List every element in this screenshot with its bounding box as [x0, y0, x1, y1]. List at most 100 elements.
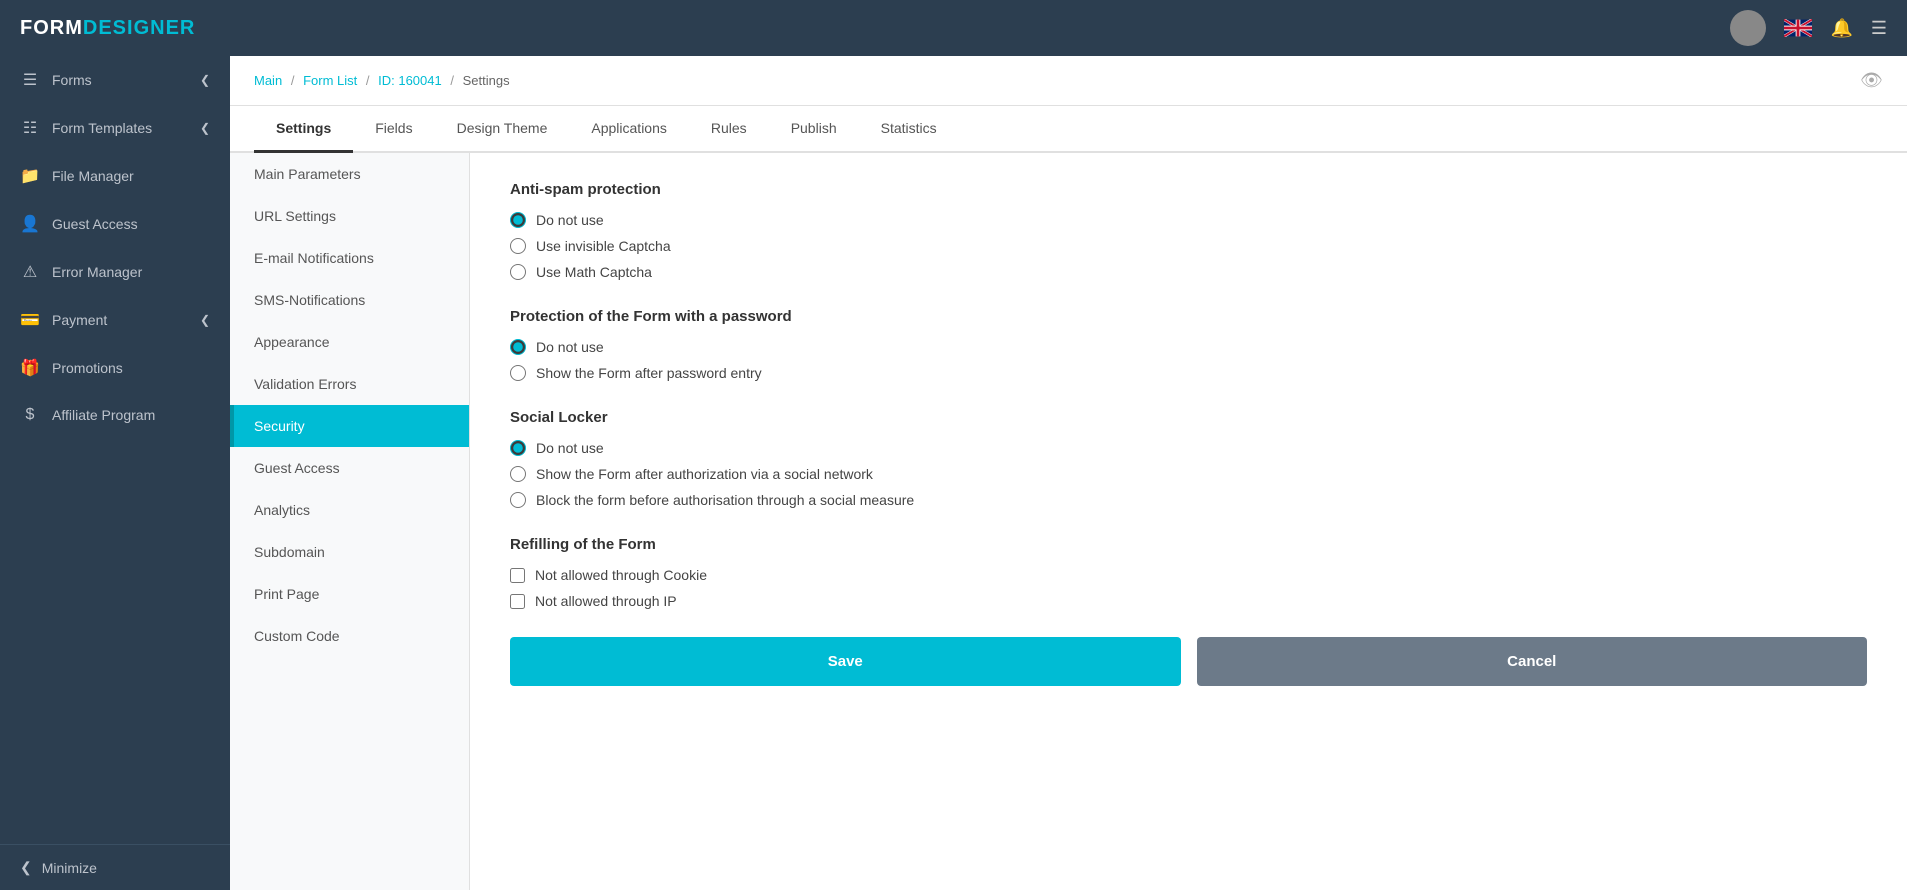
antispam-radio-2[interactable] — [510, 264, 526, 280]
tab-design-theme[interactable]: Design Theme — [435, 106, 570, 153]
breadcrumb-main[interactable]: Main — [254, 73, 282, 88]
tab-applications[interactable]: Applications — [569, 106, 689, 153]
refilling-checkbox-0[interactable] — [510, 568, 525, 583]
nav-custom-code[interactable]: Custom Code — [230, 615, 469, 657]
forms-icon: ☰ — [20, 70, 40, 90]
tab-statistics[interactable]: Statistics — [859, 106, 959, 153]
social-radio-0[interactable] — [510, 440, 526, 456]
password-option-0[interactable]: Do not use — [510, 339, 1867, 355]
minimize-label: Minimize — [42, 860, 97, 876]
social-locker-section: Social Locker Do not use Show the Form a… — [510, 409, 1867, 508]
sidebar-item-forms[interactable]: ☰ Forms ❮ — [0, 56, 230, 104]
password-radio-1[interactable] — [510, 365, 526, 381]
sidebar-item-label: Affiliate Program — [52, 407, 155, 423]
chevron-icon: ❮ — [200, 313, 210, 327]
form-templates-icon: ☷ — [20, 118, 40, 138]
antispam-option-2[interactable]: Use Math Captcha — [510, 264, 1867, 280]
breadcrumb: Main / Form List / ID: 160041 / Settings… — [230, 56, 1907, 106]
social-option-1[interactable]: Show the Form after authorization via a … — [510, 466, 1867, 482]
form-content: Anti-spam protection Do not use Use invi… — [470, 153, 1907, 890]
cancel-button[interactable]: Cancel — [1197, 637, 1868, 686]
sidebar-item-label: Form Templates — [52, 120, 152, 136]
payment-icon: 💳 — [20, 310, 40, 330]
refilling-section: Refilling of the Form Not allowed throug… — [510, 536, 1867, 609]
tab-publish[interactable]: Publish — [769, 106, 859, 153]
top-header: FORMDESIGNER 🔔 ☰ — [0, 0, 1907, 56]
password-label-0: Do not use — [536, 339, 604, 355]
logo: FORMDESIGNER — [20, 17, 195, 40]
nav-subdomain[interactable]: Subdomain — [230, 531, 469, 573]
notification-icon[interactable]: 🔔 — [1830, 18, 1852, 39]
breadcrumb-id[interactable]: ID: 160041 — [378, 73, 442, 88]
antispam-radio-1[interactable] — [510, 238, 526, 254]
sidebar: ☰ Forms ❮ ☷ Form Templates ❮ 📁 File Mana… — [0, 56, 230, 890]
refilling-option-1[interactable]: Not allowed through IP — [510, 593, 1867, 609]
social-locker-title: Social Locker — [510, 409, 1867, 426]
sidebar-item-label: File Manager — [52, 168, 134, 184]
minimize-arrow-icon: ❮ — [20, 859, 32, 876]
nav-validation-errors[interactable]: Validation Errors — [230, 363, 469, 405]
tab-settings[interactable]: Settings — [254, 106, 353, 153]
breadcrumb-form-list[interactable]: Form List — [303, 73, 357, 88]
affiliate-icon: $ — [20, 406, 40, 424]
left-nav: Main Parameters URL Settings E-mail Noti… — [230, 153, 470, 890]
password-label-1: Show the Form after password entry — [536, 365, 762, 381]
social-label-2: Block the form before authorisation thro… — [536, 492, 914, 508]
refilling-title: Refilling of the Form — [510, 536, 1867, 553]
logo-designer: DESIGNER — [83, 17, 195, 40]
guest-access-icon: 👤 — [20, 214, 40, 234]
social-option-0[interactable]: Do not use — [510, 440, 1867, 456]
tab-fields[interactable]: Fields — [353, 106, 434, 153]
refilling-option-0[interactable]: Not allowed through Cookie — [510, 567, 1867, 583]
avatar — [1730, 10, 1766, 46]
refilling-checkbox-1[interactable] — [510, 594, 525, 609]
sidebar-item-label: Promotions — [52, 360, 123, 376]
social-label-1: Show the Form after authorization via a … — [536, 466, 873, 482]
save-button[interactable]: Save — [510, 637, 1181, 686]
preview-eye-icon[interactable]: 👁 — [1860, 70, 1883, 91]
antispam-label-0: Do not use — [536, 212, 604, 228]
flag-icon[interactable] — [1784, 19, 1812, 37]
nav-print-page[interactable]: Print Page — [230, 573, 469, 615]
minimize-button[interactable]: ❮ Minimize — [0, 844, 230, 890]
antispam-option-0[interactable]: Do not use — [510, 212, 1867, 228]
sidebar-item-error-manager[interactable]: ⚠ Error Manager — [0, 248, 230, 296]
nav-appearance[interactable]: Appearance — [230, 321, 469, 363]
sidebar-item-promotions[interactable]: 🎁 Promotions — [0, 344, 230, 392]
nav-sms-notifications[interactable]: SMS-Notifications — [230, 279, 469, 321]
menu-icon[interactable]: ☰ — [1871, 18, 1887, 39]
sidebar-item-affiliate-program[interactable]: $ Affiliate Program — [0, 392, 230, 438]
breadcrumb-sep: / — [291, 73, 295, 88]
antispam-option-1[interactable]: Use invisible Captcha — [510, 238, 1867, 254]
nav-main-parameters[interactable]: Main Parameters — [230, 153, 469, 195]
tab-rules[interactable]: Rules — [689, 106, 769, 153]
nav-guest-access[interactable]: Guest Access — [230, 447, 469, 489]
social-label-0: Do not use — [536, 440, 604, 456]
antispam-label-1: Use invisible Captcha — [536, 238, 671, 254]
antispam-radio-0[interactable] — [510, 212, 526, 228]
sidebar-item-form-templates[interactable]: ☷ Form Templates ❮ — [0, 104, 230, 152]
file-manager-icon: 📁 — [20, 166, 40, 186]
nav-security[interactable]: Security — [230, 405, 469, 447]
anti-spam-section: Anti-spam protection Do not use Use invi… — [510, 181, 1867, 280]
sidebar-item-guest-access[interactable]: 👤 Guest Access — [0, 200, 230, 248]
sidebar-item-file-manager[interactable]: 📁 File Manager — [0, 152, 230, 200]
social-option-2[interactable]: Block the form before authorisation thro… — [510, 492, 1867, 508]
sidebar-item-label: Payment — [52, 312, 107, 328]
nav-email-notifications[interactable]: E-mail Notifications — [230, 237, 469, 279]
chevron-icon: ❮ — [200, 121, 210, 135]
nav-url-settings[interactable]: URL Settings — [230, 195, 469, 237]
sidebar-item-label: Forms — [52, 72, 92, 88]
tabs-bar: Settings Fields Design Theme Application… — [230, 106, 1907, 153]
password-radio-0[interactable] — [510, 339, 526, 355]
password-option-1[interactable]: Show the Form after password entry — [510, 365, 1867, 381]
main-layout: ☰ Forms ❮ ☷ Form Templates ❮ 📁 File Mana… — [0, 56, 1907, 890]
header-right: 🔔 ☰ — [1730, 10, 1887, 46]
content-area: Main / Form List / ID: 160041 / Settings… — [230, 56, 1907, 890]
logo-form: FORM — [20, 17, 83, 40]
nav-analytics[interactable]: Analytics — [230, 489, 469, 531]
breadcrumb-links: Main / Form List / ID: 160041 / Settings — [254, 73, 510, 88]
social-radio-2[interactable] — [510, 492, 526, 508]
social-radio-1[interactable] — [510, 466, 526, 482]
sidebar-item-payment[interactable]: 💳 Payment ❮ — [0, 296, 230, 344]
